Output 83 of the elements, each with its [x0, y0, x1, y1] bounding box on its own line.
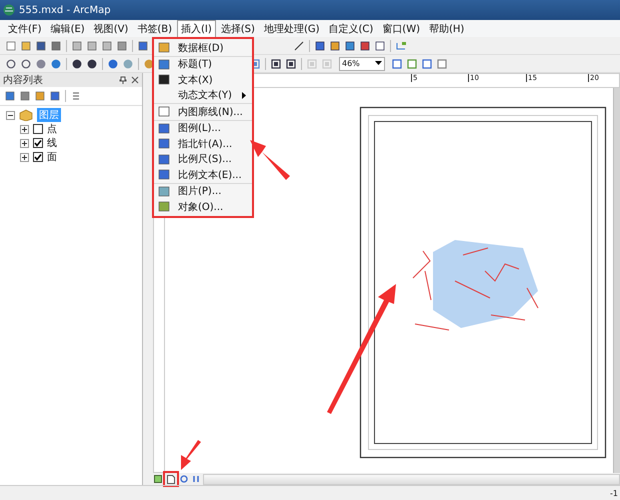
menu-item[interactable]: 编辑(E) — [46, 20, 89, 38]
square-icon — [158, 106, 170, 118]
expand-icon[interactable] — [20, 138, 29, 148]
menu-item[interactable]: 内图廓线(N)... — [154, 103, 252, 120]
menu-item[interactable]: 选择(S) — [216, 20, 259, 38]
toolbar-button[interactable] — [136, 38, 150, 52]
refresh-button[interactable] — [179, 474, 189, 484]
page-icon — [167, 474, 175, 484]
layer-checkbox[interactable] — [33, 152, 43, 162]
menu-item[interactable]: 标题(T) — [154, 56, 252, 72]
menu-item[interactable]: 指北针(A)... — [154, 136, 252, 152]
toolbar-button[interactable] — [269, 56, 283, 70]
toolbar-button[interactable] — [343, 38, 357, 52]
layout-view-button[interactable] — [165, 473, 177, 485]
caret-icon — [375, 61, 382, 66]
toolbar-button[interactable] — [3, 89, 17, 103]
square-icon — [158, 201, 170, 212]
toolbar-button[interactable] — [48, 89, 62, 103]
vertical-scrollbar[interactable] — [613, 88, 620, 473]
tree-item[interactable]: 线 — [47, 136, 57, 150]
square-icon — [154, 475, 162, 483]
menu-item[interactable]: 图片(P)... — [154, 182, 252, 199]
square-icon — [158, 138, 170, 150]
pause-button[interactable] — [191, 474, 201, 484]
square-icon — [158, 186, 170, 197]
square-icon — [158, 58, 170, 70]
pause-icon — [192, 475, 200, 483]
toolbar-button[interactable] — [420, 56, 434, 70]
menu-item[interactable]: 比例文本(E)... — [154, 167, 252, 182]
square-icon — [158, 122, 170, 134]
toolbar-button[interactable] — [18, 89, 32, 103]
square-icon — [158, 74, 170, 86]
menu-item[interactable]: 比例尺(S)... — [154, 152, 252, 167]
toolbar-button[interactable] — [328, 38, 342, 52]
menu-item[interactable]: 视图(V) — [90, 20, 132, 38]
pin-icon[interactable] — [119, 76, 127, 84]
menu-item[interactable]: 帮助(H) — [425, 20, 468, 38]
globe-icon — [3, 4, 15, 16]
layers-icon — [19, 109, 33, 121]
menu-item[interactable]: 书签(B) — [133, 20, 176, 38]
layer-checkbox[interactable] — [33, 124, 43, 134]
toolbar-button[interactable] — [390, 56, 404, 70]
close-icon[interactable] — [131, 76, 139, 84]
menu-item[interactable]: 数据框(D) — [154, 40, 252, 56]
toolbar-button[interactable] — [4, 56, 18, 70]
toolbar-button[interactable] — [292, 38, 306, 52]
menu-item[interactable]: 文本(X) — [154, 72, 252, 88]
toolbar-button[interactable] — [49, 38, 63, 52]
toolbar-button[interactable] — [85, 56, 99, 70]
toolbar-button[interactable] — [284, 56, 298, 70]
toolbar-button[interactable] — [373, 38, 387, 52]
square-icon — [158, 42, 170, 54]
horizontal-scrollbar[interactable] — [203, 474, 620, 484]
toolbar-button[interactable] — [19, 56, 33, 70]
menu-item[interactable]: 文件(F) — [4, 20, 46, 38]
layer-checkbox[interactable] — [33, 138, 43, 148]
menu-item[interactable]: 动态文本(Y) — [154, 88, 252, 103]
square-icon — [158, 169, 170, 180]
list-icon — [71, 91, 81, 101]
data-view-button[interactable] — [153, 474, 163, 484]
tree-item[interactable]: 面 — [47, 150, 57, 164]
window-title: 555.mxd - ArcMap — [19, 4, 111, 16]
submenu-arrow-icon — [242, 92, 246, 99]
menu-item[interactable]: 窗口(W) — [378, 20, 424, 38]
status-coordinates: -1 — [610, 488, 618, 498]
square-icon — [158, 154, 170, 165]
menu-item[interactable]: 图例(L)... — [154, 120, 252, 136]
toolbar-button[interactable] — [358, 38, 372, 52]
expand-icon[interactable] — [20, 124, 29, 134]
refresh-icon — [180, 475, 188, 483]
toolbar-button[interactable] — [34, 38, 48, 52]
collapse-toggle[interactable] — [6, 110, 15, 120]
menu-item[interactable]: 对象(O)... — [154, 199, 252, 214]
menu-item[interactable]: 插入(I) — [177, 20, 216, 38]
toolbar-button[interactable] — [313, 38, 327, 52]
toolbar-button[interactable] — [70, 56, 84, 70]
menu-item[interactable]: 自定义(C) — [324, 20, 378, 38]
annotation-arrow — [181, 440, 201, 470]
panel-title: 内容列表 — [3, 74, 44, 87]
zoom-dropdown[interactable]: 46% — [339, 56, 385, 70]
menu-item[interactable]: 地理处理(G) — [260, 20, 324, 38]
expand-icon[interactable] — [20, 152, 29, 162]
tree-item[interactable]: 点 — [47, 122, 57, 136]
